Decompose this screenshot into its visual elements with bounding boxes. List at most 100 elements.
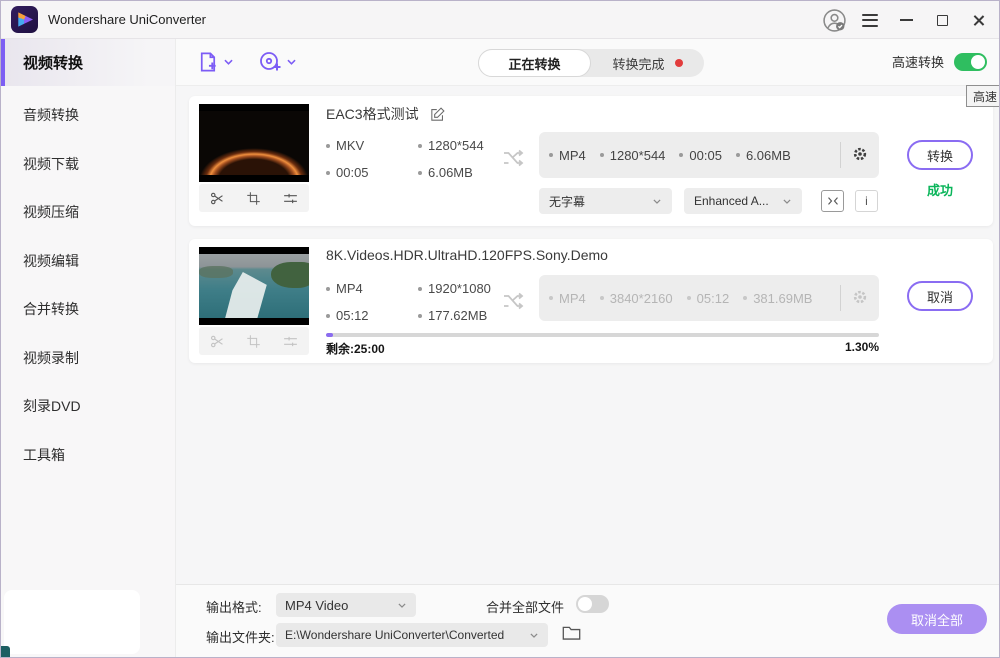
sidebar-item-video-download[interactable]: 视频下载 <box>1 140 175 189</box>
sidebar-item-audio-convert[interactable]: 音频转换 <box>1 91 175 140</box>
sidebar-item-merge-convert[interactable]: 合并转换 <box>1 285 175 334</box>
cancel-button[interactable]: 取消 <box>907 281 973 311</box>
sidebar-item-label: 音频转换 <box>23 105 79 125</box>
output-settings-bar: MP4 1280*544 00:05 6.06MB <box>539 132 879 178</box>
add-files-button[interactable] <box>196 50 234 74</box>
sidebar: 视频转换 音频转换 视频下载 视频压缩 视频编辑 合并转换 视频录制 刻录DVD… <box>1 39 176 657</box>
output-format: MP4 <box>559 291 586 306</box>
task-list: EAC3格式测试 MKV 1280*544 00:05 6.06MB MP4 1… <box>176 86 999 584</box>
output-size: 6.06MB <box>746 148 791 163</box>
minimize-icon <box>900 19 913 21</box>
app-window: Wondershare UniConverter <box>0 0 1000 658</box>
sidebar-item-label: 视频压缩 <box>23 202 79 222</box>
output-format-dropdown[interactable]: MP4 Video <box>276 593 416 617</box>
chevron-down-icon <box>652 198 662 205</box>
sidebar-item-label: 视频录制 <box>23 348 79 368</box>
user-avatar-icon <box>822 8 847 33</box>
output-format: MP4 <box>559 148 586 163</box>
tab-finished-label: 转换完成 <box>612 54 664 73</box>
progress-percent: 1.30% <box>845 340 879 357</box>
promo-image-fragment <box>1 646 10 657</box>
sidebar-item-burn-dvd[interactable]: 刻录DVD <box>1 382 175 431</box>
sidebar-item-video-convert[interactable]: 视频转换 <box>1 39 175 86</box>
tab-finished[interactable]: 转换完成 <box>591 54 704 73</box>
tab-converting-label: 正在转换 <box>508 54 560 73</box>
source-size: 177.62MB <box>428 308 487 323</box>
trim-icon <box>209 333 226 350</box>
video-thumbnail <box>199 104 309 182</box>
output-settings-button <box>851 288 869 309</box>
crop-icon <box>246 334 261 349</box>
status-tabs: 正在转换 转换完成 <box>478 49 704 77</box>
source-duration: 05:12 <box>336 308 369 323</box>
subtitle-value: 无字幕 <box>549 193 585 210</box>
fast-convert-toggle[interactable] <box>954 53 987 71</box>
menu-button[interactable] <box>857 7 883 33</box>
sidebar-item-video-compress[interactable]: 视频压缩 <box>1 188 175 237</box>
bottom-bar: 输出格式: MP4 Video 合并全部文件 输出文件夹: E:\Wonders… <box>176 584 999 657</box>
source-info: MP4 1920*1080 05:12 177.62MB <box>326 281 491 323</box>
output-resolution: 1280*544 <box>610 148 666 163</box>
subtitle-dropdown[interactable]: 无字幕 <box>539 188 672 214</box>
close-icon <box>972 14 985 27</box>
shuffle-icon <box>501 289 525 313</box>
sidebar-item-label: 视频下载 <box>23 154 79 174</box>
progress-fill <box>326 333 333 337</box>
chevron-down-icon <box>529 632 539 639</box>
sidebar-item-label: 合并转换 <box>23 299 79 319</box>
clip-toolbar <box>199 327 309 355</box>
sidebar-item-screen-record[interactable]: 视频录制 <box>1 334 175 383</box>
output-duration: 05:12 <box>697 291 730 306</box>
task-title: 8K.Videos.HDR.UltraHD.120FPS.Sony.Demo <box>326 247 608 263</box>
convert-button[interactable]: 转换 <box>907 140 973 170</box>
clip-toolbar <box>199 184 309 212</box>
trim-icon[interactable] <box>209 190 226 207</box>
info-button[interactable]: i <box>855 190 878 212</box>
crop-icon[interactable] <box>246 191 261 206</box>
fast-convert-label: 高速转换 <box>892 52 944 71</box>
chevron-down-icon <box>397 602 407 609</box>
minimize-button[interactable] <box>893 7 919 33</box>
convert-direction <box>501 146 525 175</box>
app-title: Wondershare UniConverter <box>48 12 206 27</box>
video-thumbnail <box>199 247 309 325</box>
rename-icon[interactable] <box>429 106 446 123</box>
titlebar: Wondershare UniConverter <box>1 1 999 39</box>
app-logo-icon <box>11 6 38 33</box>
effects-icon[interactable] <box>282 190 299 207</box>
source-info: MKV 1280*544 00:05 6.06MB <box>326 138 491 180</box>
output-settings-button[interactable] <box>851 145 869 166</box>
output-settings-bar: MP4 3840*2160 05:12 381.69MB <box>539 275 879 321</box>
time-remaining: 剩余:25:00 <box>326 340 385 357</box>
sidebar-item-label: 刻录DVD <box>23 396 81 416</box>
subtitle-sync-button[interactable] <box>821 190 844 212</box>
source-resolution: 1280*544 <box>428 138 484 153</box>
output-folder-dropdown[interactable]: E:\Wondershare UniConverter\Converted <box>276 623 548 647</box>
shuffle-icon <box>501 146 525 170</box>
source-duration: 00:05 <box>336 165 369 180</box>
sidebar-item-video-edit[interactable]: 视频编辑 <box>1 237 175 286</box>
sidebar-item-label: 工具箱 <box>23 445 65 465</box>
add-disc-icon <box>258 50 282 74</box>
tab-converting[interactable]: 正在转换 <box>478 49 591 77</box>
promo-card <box>4 590 140 654</box>
task-row: EAC3格式测试 MKV 1280*544 00:05 6.06MB MP4 1… <box>189 96 993 226</box>
gear-icon <box>851 288 869 306</box>
merge-all-toggle[interactable] <box>576 595 609 613</box>
account-avatar[interactable] <box>821 7 847 33</box>
output-resolution: 3840*2160 <box>610 291 673 306</box>
cancel-all-button[interactable]: 取消全部 <box>887 604 987 634</box>
task-title: EAC3格式测试 <box>326 104 419 124</box>
info-icon: i <box>865 194 868 208</box>
output-format-label: 输出格式: <box>206 597 262 616</box>
hamburger-icon <box>862 14 878 27</box>
close-button[interactable] <box>965 7 991 33</box>
convert-direction <box>501 289 525 318</box>
sidebar-item-toolbox[interactable]: 工具箱 <box>1 431 175 480</box>
audio-track-dropdown[interactable]: Enhanced A... <box>684 188 802 214</box>
load-dvd-button[interactable] <box>258 50 297 74</box>
maximize-button[interactable] <box>929 7 955 33</box>
gear-icon <box>851 145 869 163</box>
fast-convert-tooltip: 高速 <box>966 85 1000 107</box>
open-folder-button[interactable] <box>562 625 581 646</box>
